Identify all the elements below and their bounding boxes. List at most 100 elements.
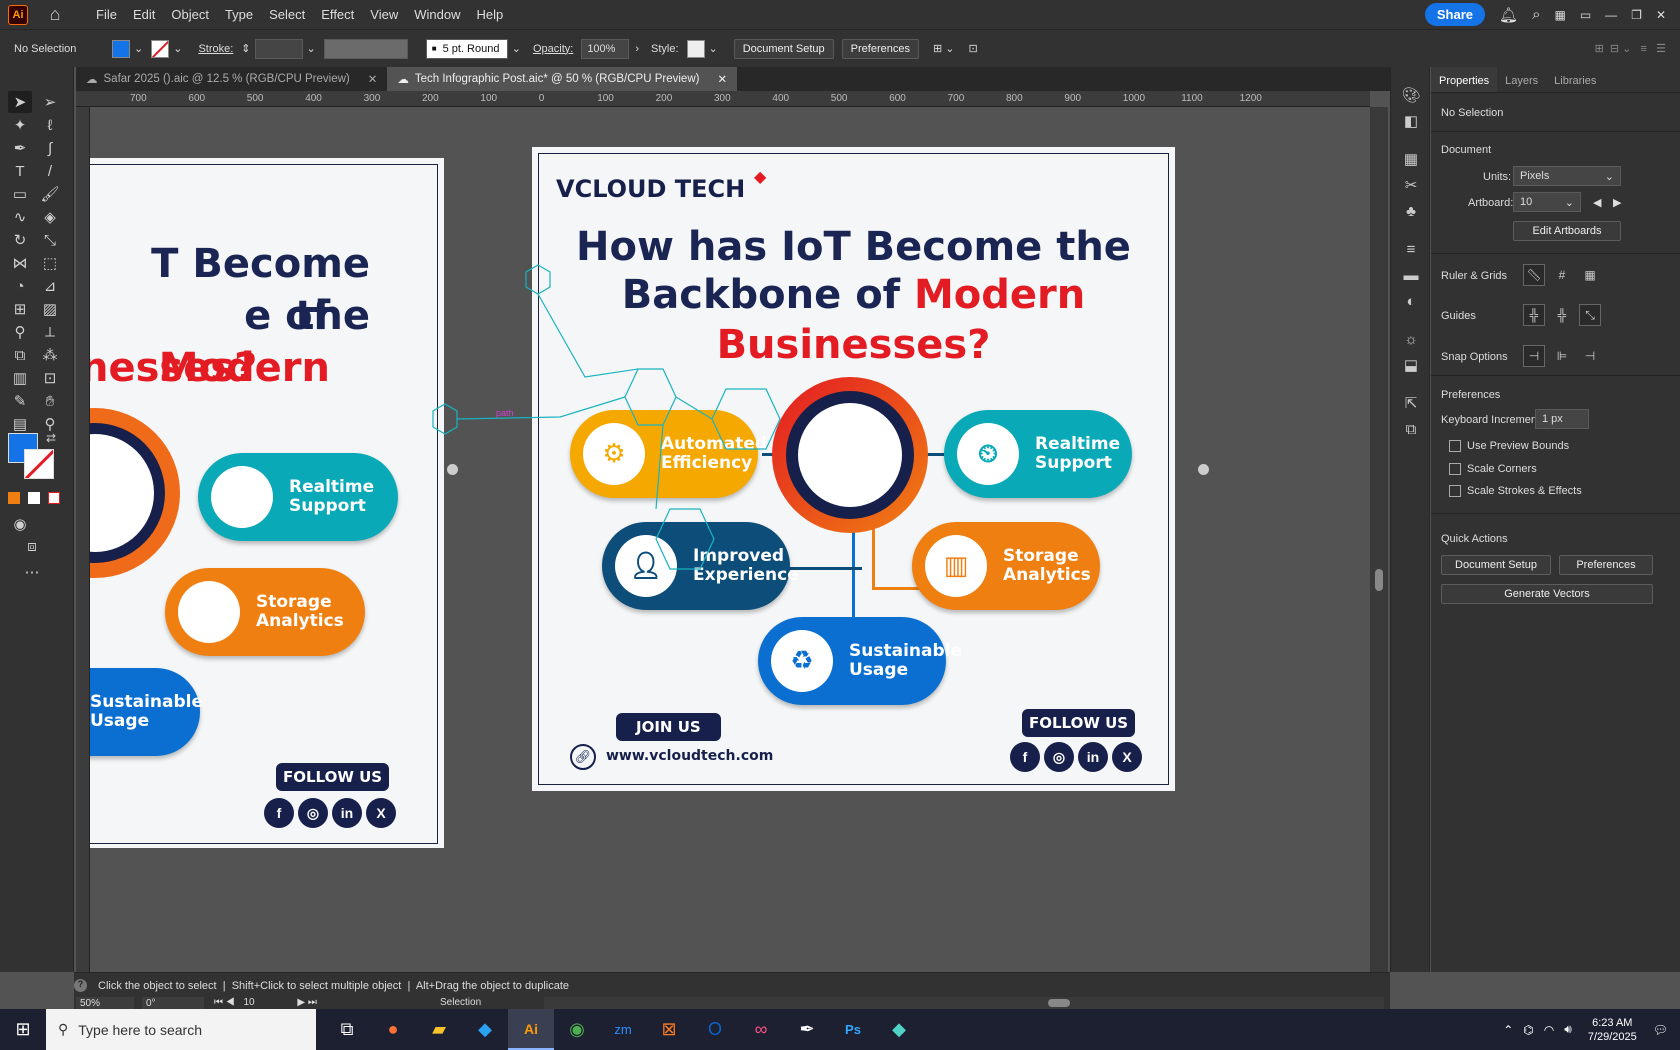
graph-tool-icon[interactable]: ▥: [8, 367, 32, 389]
guides-show-icon[interactable]: ╬: [1523, 304, 1545, 326]
eyedropper-icon[interactable]: ⚲: [8, 321, 32, 343]
pen-tool-icon[interactable]: ✒: [8, 137, 32, 159]
measure-icon[interactable]: ⟂: [38, 321, 62, 343]
menu-help[interactable]: Help: [468, 7, 511, 22]
home-icon[interactable]: ⌂: [44, 4, 66, 25]
preferences-button[interactable]: Preferences: [841, 38, 919, 59]
tab-close-icon[interactable]: ✕: [717, 72, 727, 86]
vscode-icon[interactable]: ◆: [462, 1009, 508, 1050]
arrange-icon[interactable]: ▦: [1554, 8, 1565, 22]
smart-guides-icon[interactable]: ⤡: [1579, 304, 1601, 326]
brush-select[interactable]: ■ 5 pt. Round ⌄: [425, 38, 521, 59]
magic-wand-icon[interactable]: ✦: [8, 114, 32, 136]
menu-window[interactable]: Window: [406, 7, 468, 22]
grid-icon[interactable]: #: [1551, 264, 1573, 286]
appearance-icon[interactable]: ☼: [1401, 329, 1421, 349]
slice-icon[interactable]: ✎: [8, 390, 32, 412]
pen-app-icon[interactable]: ✒: [784, 1009, 830, 1050]
chevron-up-icon[interactable]: ⌃: [1503, 1023, 1513, 1037]
free-transform-icon[interactable]: ⬚: [38, 252, 62, 274]
tab-close-icon[interactable]: ✕: [368, 72, 378, 86]
help-icon[interactable]: ?: [74, 979, 87, 992]
menu-view[interactable]: View: [362, 7, 406, 22]
lasso-icon[interactable]: ℓ: [38, 114, 62, 136]
tab-tech-infographic[interactable]: ☁ Tech Infographic Post.aic* @ 50 % (RGB…: [387, 67, 738, 91]
perspective-icon[interactable]: ⊿: [38, 275, 62, 297]
xampp-icon[interactable]: ⊠: [646, 1009, 692, 1050]
firefox-icon[interactable]: ●: [370, 1009, 416, 1050]
snap-pixel-icon[interactable]: ⊣: [1579, 345, 1601, 367]
stroke-panel-icon[interactable]: ≡: [1401, 239, 1421, 259]
horizontal-scrollbar[interactable]: [544, 997, 1384, 1009]
app-icon[interactable]: ◆: [876, 1009, 922, 1050]
color-mode-none[interactable]: [48, 492, 60, 504]
symbols-icon[interactable]: ♣: [1401, 201, 1421, 221]
blend-icon[interactable]: ⧉: [8, 344, 32, 366]
keyboard-increment-field[interactable]: 1 px: [1535, 409, 1589, 429]
wifi-icon[interactable]: ◠: [1544, 1023, 1554, 1037]
artboard-prev-icon[interactable]: ◀: [1593, 196, 1601, 209]
menu-type[interactable]: Type: [217, 7, 261, 22]
taskbar-search[interactable]: ⚲ Type here to search: [46, 1009, 316, 1050]
artboard-next-icon[interactable]: ▶: [1613, 196, 1621, 209]
hand-tool-icon[interactable]: ✋︎: [38, 390, 62, 412]
menu-effect[interactable]: Effect: [313, 7, 362, 22]
search-icon[interactable]: ⌕: [1532, 6, 1540, 23]
scale-icon[interactable]: ⤡: [38, 229, 62, 251]
outlook-icon[interactable]: O: [692, 1009, 738, 1050]
graphic-styles-icon[interactable]: ⬓: [1401, 355, 1421, 375]
width-tool-icon[interactable]: ⋈: [8, 252, 32, 274]
fill-swatch[interactable]: ⌄: [112, 39, 143, 58]
color-panel-icon[interactable]: 🎨︎: [1401, 85, 1421, 105]
opacity-field[interactable]: 100% ›: [581, 38, 639, 59]
edit-artboards-button[interactable]: Edit Artboards: [1513, 221, 1621, 241]
minimize-icon[interactable]: —: [1605, 8, 1617, 22]
ruler-icon[interactable]: 📏︎: [1523, 264, 1545, 286]
artboard-tool-icon[interactable]: ⊡: [38, 367, 62, 389]
tab-libraries[interactable]: Libraries: [1546, 67, 1604, 92]
quick-preferences-button[interactable]: Preferences: [1559, 555, 1653, 575]
hscroll-thumb[interactable]: [1048, 999, 1070, 1007]
workspace-icon[interactable]: ▭: [1580, 8, 1591, 22]
symbol-sprayer-icon[interactable]: ⁂: [38, 344, 62, 366]
artboard-handle[interactable]: [1198, 464, 1209, 475]
transparency-grid-icon[interactable]: ▦: [1579, 264, 1601, 286]
use-preview-bounds-checkbox[interactable]: Use Preview Bounds: [1449, 440, 1569, 452]
selected-path-outline[interactable]: [90, 107, 1370, 972]
scale-strokes-checkbox[interactable]: Scale Strokes & Effects: [1449, 485, 1582, 497]
swatches-icon[interactable]: ▦: [1401, 149, 1421, 169]
draw-mode-icon[interactable]: ◉: [8, 513, 32, 535]
notifications-icon[interactable]: 💬︎: [1653, 1023, 1668, 1037]
transparency-icon[interactable]: ◐: [1401, 291, 1421, 311]
vertical-scrollbar[interactable]: [1370, 107, 1388, 972]
volume-icon[interactable]: 🔊︎: [1564, 1022, 1572, 1037]
artboard-select[interactable]: 10 ⌄: [1513, 192, 1581, 212]
close-icon[interactable]: ✕: [1656, 8, 1666, 22]
eraser-icon[interactable]: ◈: [38, 206, 62, 228]
guides-lock-icon[interactable]: ╬: [1551, 304, 1573, 326]
opacity-label[interactable]: Opacity:: [533, 43, 573, 55]
stroke-label[interactable]: Stroke:: [198, 43, 233, 55]
stroke-weight-stepper[interactable]: ⇕ ⌄: [241, 38, 316, 59]
task-view-icon[interactable]: ⧉: [324, 1009, 370, 1050]
scroll-thumb[interactable]: [1375, 569, 1383, 591]
units-select[interactable]: Pixels ⌄: [1513, 166, 1621, 186]
shape-builder-icon[interactable]: ◔: [8, 275, 32, 297]
illustrator-taskbar-icon[interactable]: Ai: [508, 1009, 554, 1050]
print-tiling-icon[interactable]: ▤: [8, 413, 32, 435]
variable-width-field[interactable]: [323, 38, 408, 59]
stroke-color-swatch[interactable]: [24, 449, 54, 479]
snap-point-icon[interactable]: ⊣: [1523, 345, 1545, 367]
zoom-icon[interactable]: zm: [600, 1009, 646, 1050]
gradient-icon[interactable]: ▨: [38, 298, 62, 320]
artboard-handle[interactable]: [447, 464, 458, 475]
export-icon[interactable]: ⇱: [1401, 393, 1421, 413]
rectangle-tool-icon[interactable]: ▭: [8, 183, 32, 205]
color-mode-color[interactable]: [8, 492, 20, 504]
artboard-nav[interactable]: ⏮ ◀ 10 ▶ ⏭: [214, 997, 317, 1008]
shaper-icon[interactable]: ∿: [8, 206, 32, 228]
line-tool-icon[interactable]: /: [38, 160, 62, 182]
align-icons[interactable]: ⊞ ⊟ ⌄ ≡ ☰: [1595, 42, 1666, 55]
bell-icon[interactable]: 🔔︎: [1499, 6, 1518, 24]
stroke-swatch[interactable]: ⌄: [151, 39, 182, 58]
